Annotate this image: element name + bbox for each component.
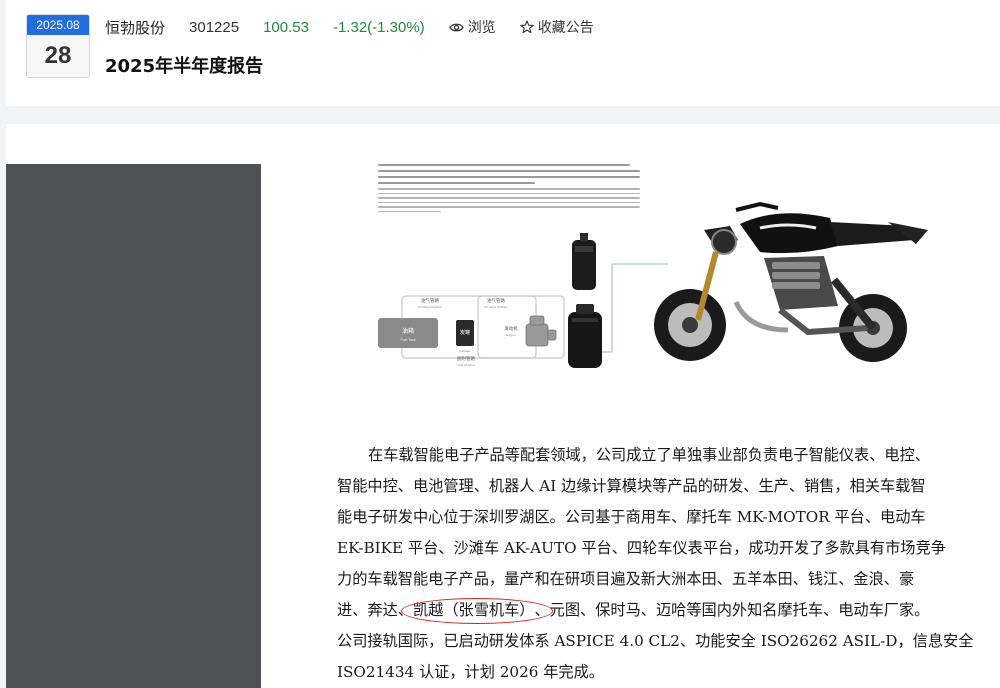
- motorcycle-photo: [654, 201, 928, 362]
- paragraph-line: 智能中控、电池管理、机器人 AI 边缘计算模块等产品的研发、生产、销售，相关车载…: [337, 477, 926, 495]
- stock-name[interactable]: 恒勃股份: [105, 17, 165, 38]
- label-oil-vapor-pipeline-1: 油气管路: [421, 297, 439, 304]
- label-desorption-pipeline: 脱附管路: [457, 355, 475, 362]
- date-day: 28: [44, 42, 72, 69]
- product-figure: 油箱 Fuel Tank 炭罐 Canister 发动机 Engine 油气管路…: [368, 160, 988, 380]
- paragraph-line: EK-BIKE 平台、沙滩车 AK-AUTO 平台、四轮车仪表平台，成功开发了多…: [337, 539, 946, 557]
- paragraph-line: 在车载智能电子产品等配套领域，公司成立了单独事业部负责电子智能仪表、电控、: [368, 446, 930, 464]
- label-fuel-tank: 油箱: [402, 327, 414, 335]
- paragraph-line: 能电子研发中心位于深圳罗湖区。公司基于商用车、摩托车 MK-MOTOR 平台、电…: [337, 508, 926, 526]
- announcement-header: 2025.08 28 恒勃股份 301225 100.53 -1.32(-1.3…: [6, 0, 1000, 106]
- favorite-button[interactable]: 收藏公告: [519, 17, 594, 37]
- label-oil-vapor-pipeline-2: 油气管路: [487, 297, 505, 304]
- canister-product-top: [572, 233, 596, 290]
- paragraph-line: 力的车载智能电子产品，量产和在研项目遍及新大洲本田、五羊本田、钱江、金浪、豪: [337, 570, 915, 588]
- paragraph-line: 公司接轨国际，已启动研发体系 ASPICE 4.0 CL2、功能安全 ISO26…: [337, 632, 974, 650]
- label-engine-en: Engine: [506, 333, 516, 337]
- label-carbon-canister: 炭罐: [460, 329, 470, 336]
- canister-product-bottom: [568, 304, 602, 368]
- report-body-text: 在车载智能电子产品等配套领域，公司成立了单独事业部负责电子智能仪表、电控、 智能…: [337, 440, 974, 688]
- label-carbon-canister-en: Canister: [459, 349, 470, 353]
- label-fuel-tank-en: Fuel Tank: [400, 338, 415, 342]
- label-oil-vapor-pipeline-1-en: Oil Vapor Pipeline: [418, 305, 442, 309]
- date-badge: 2025.08 28: [26, 14, 90, 78]
- label-desorption-pipeline-en: Fuel Pipeline: [457, 363, 475, 367]
- stock-info-row: 恒勃股份 301225 100.53 -1.32(-1.30%) 浏览 收藏公告: [105, 16, 618, 38]
- document-title: 2025年半年度报告: [105, 56, 264, 77]
- browse-button[interactable]: 浏览: [448, 17, 496, 37]
- paragraph-line-annotated: 进、奔达、凯越（张雪机车）、元图、保时马、迈哈等国内外知名摩托车、电动车厂家。: [337, 595, 969, 626]
- viewer-side-panel: [6, 164, 261, 688]
- paragraph-line: ISO21434 认证，计划 2026 年完成。: [337, 663, 604, 681]
- stock-price: 100.53: [263, 18, 309, 36]
- circled-annotation: 凯越（张雪机车）: [400, 595, 553, 626]
- label-oil-vapor-pipeline-2-en: Oil Vapor Pipeline: [484, 305, 508, 309]
- star-icon: [519, 20, 534, 34]
- date-year-month: 2025.08: [27, 15, 89, 35]
- label-engine: 发动机: [504, 325, 518, 332]
- line-segment: 、元图、保时马、迈哈等国内外知名摩托车、电动车厂家。: [534, 601, 930, 619]
- stock-change: -1.32(-1.30%): [332, 18, 425, 36]
- browse-label: 浏览: [467, 20, 496, 36]
- line-segment: 进、奔达、: [337, 601, 413, 619]
- stock-code: 301225: [189, 18, 240, 36]
- eye-icon: [448, 23, 464, 31]
- favorite-label: 收藏公告: [537, 20, 594, 36]
- canister-system-diagram: 油箱 Fuel Tank 炭罐 Canister 发动机 Engine 油气管路…: [378, 201, 928, 368]
